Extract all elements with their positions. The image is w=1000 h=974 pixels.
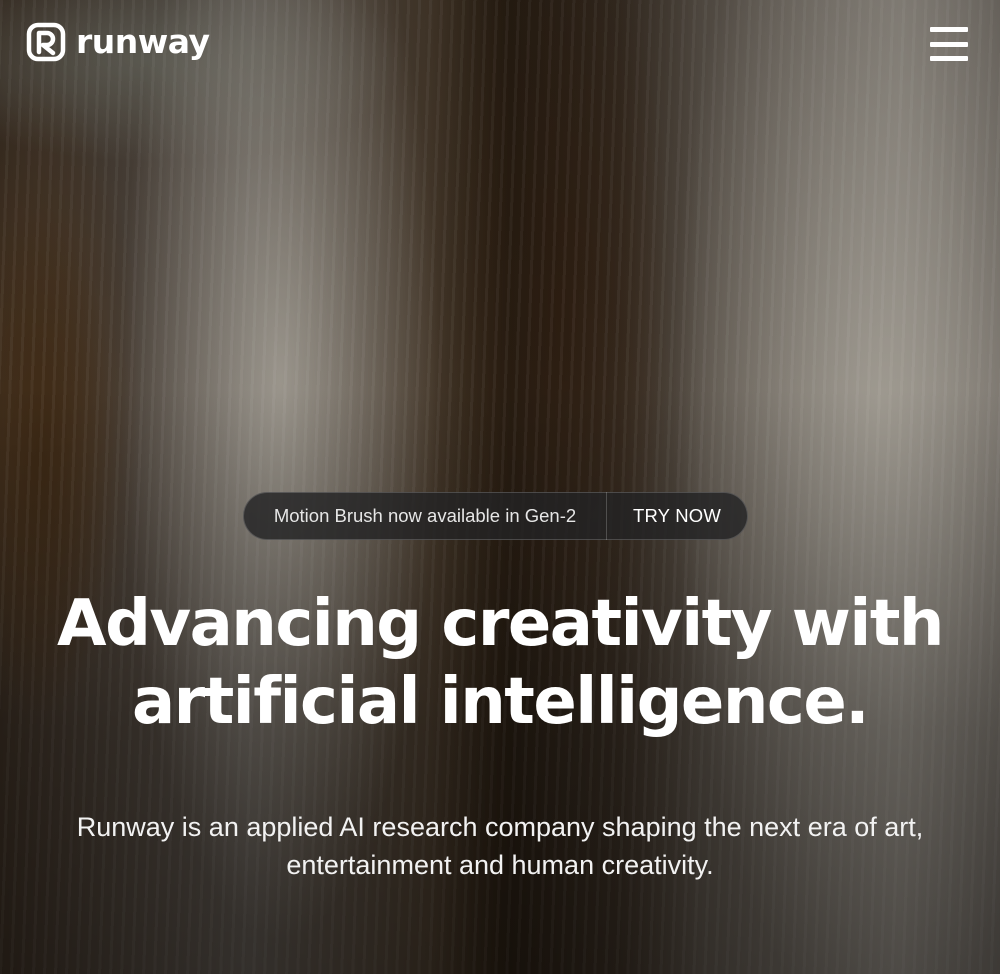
hero-headline: Advancing creativity with artificial int… — [57, 587, 944, 739]
hamburger-menu-icon[interactable] — [930, 27, 968, 61]
hero-subtext: Runway is an applied AI research company… — [76, 812, 924, 880]
announcement-text: Motion Brush now available in Gen-2 — [273, 505, 577, 526]
menu-bar — [930, 41, 968, 47]
try-now-button[interactable]: TRY NOW — [607, 505, 747, 527]
menu-bar — [930, 56, 968, 61]
runway-logo-icon — [26, 22, 66, 62]
logo-link[interactable]: runway — [26, 22, 210, 62]
menu-bar — [930, 27, 968, 32]
logo-wordmark: runway — [76, 22, 210, 61]
announcement-pill[interactable]: Motion Brush now available in Gen-2 TRY … — [243, 492, 748, 540]
